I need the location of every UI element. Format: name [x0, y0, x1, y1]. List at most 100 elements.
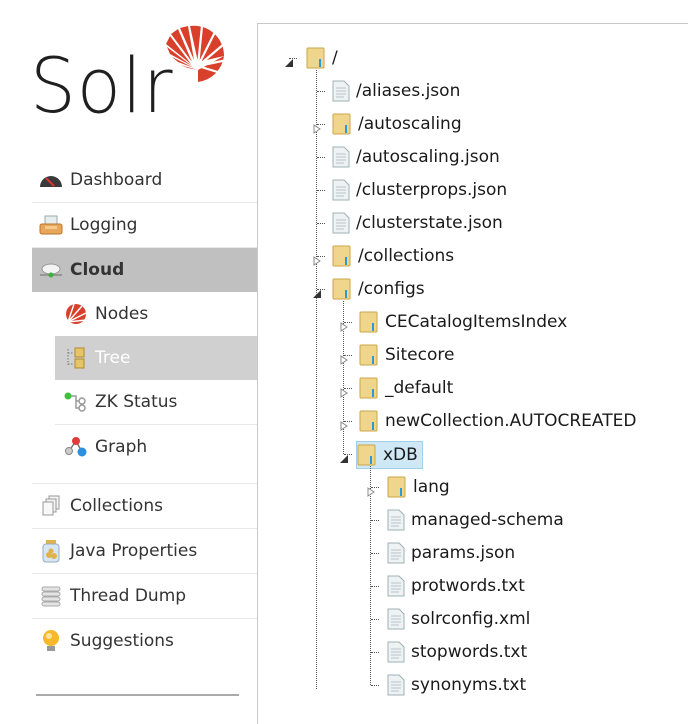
cloud-icon	[38, 259, 64, 281]
sidebar-item-label: Suggestions	[70, 631, 174, 651]
sidebar-item-collections[interactable]: Collections	[32, 484, 257, 529]
tree-node-l2-2[interactable]: _default	[359, 375, 453, 401]
expand-toggle-icon[interactable]	[366, 482, 376, 497]
tree-node-root[interactable]: /	[306, 45, 338, 71]
tree-node-label: newCollection.AUTOCREATED	[385, 411, 637, 431]
file-icon	[332, 80, 350, 102]
folder-icon	[306, 47, 326, 69]
tree-node-label: synonyms.txt	[411, 675, 527, 695]
tree-connector	[371, 619, 379, 620]
solr-sunburst-icon	[166, 25, 228, 82]
tree-node-l2-3[interactable]: newCollection.AUTOCREATED	[359, 408, 636, 434]
sidebar-item-label: Graph	[95, 437, 148, 457]
folder-icon	[332, 113, 352, 135]
solr-logo[interactable]: Solr	[30, 20, 230, 130]
tree-node-label: /collections	[358, 246, 455, 266]
tree-node-label: /autoscaling	[358, 114, 462, 134]
sidebar-item-logging[interactable]: Logging	[32, 203, 257, 248]
tree-connector	[371, 685, 379, 686]
expand-toggle-icon[interactable]	[339, 317, 349, 332]
tree-node-l3-4[interactable]: solrconfig.xml	[387, 606, 530, 632]
sidebar-item-tree[interactable]: Tree	[55, 336, 257, 380]
folder-icon	[359, 344, 379, 366]
tree-connector	[317, 157, 325, 158]
folder-icon	[359, 410, 379, 432]
tree-connector	[371, 586, 379, 587]
collections-icon	[38, 495, 64, 517]
tree-connector	[371, 520, 379, 521]
tree-node-label: /clusterprops.json	[356, 180, 508, 200]
sidebar-item-suggestions[interactable]: Suggestions	[32, 619, 257, 663]
sidebar-item-cloud[interactable]: Cloud	[32, 248, 257, 292]
expand-toggle-icon[interactable]	[339, 350, 349, 365]
cloud-submenu: Nodes Tree ZK Status Graph	[55, 292, 257, 469]
expand-toggle-icon[interactable]	[312, 251, 322, 266]
sidebar-item-label: ZK Status	[95, 392, 178, 412]
tree-node-l1-0[interactable]: /aliases.json	[332, 78, 460, 104]
tree-node-l3-3[interactable]: protwords.txt	[387, 573, 525, 599]
tree-node-l3-1[interactable]: managed-schema	[387, 507, 564, 533]
solr-nodes-icon	[63, 303, 89, 325]
file-icon	[387, 641, 405, 663]
sidebar-item-label: Cloud	[70, 260, 125, 280]
tree-node-l1-1[interactable]: /autoscaling	[332, 111, 462, 137]
graph-icon	[63, 436, 89, 458]
thread-dump-icon	[38, 585, 64, 607]
tree-node-l1-2[interactable]: /autoscaling.json	[332, 144, 500, 170]
tree-node-l2-0[interactable]: CECatalogItemsIndex	[359, 309, 567, 335]
collapse-toggle-icon[interactable]	[312, 284, 322, 298]
tree-node-label: xDB	[383, 445, 418, 465]
folder-icon	[332, 278, 352, 300]
sidebar-item-label: Logging	[70, 215, 138, 235]
sidebar-divider	[32, 469, 257, 484]
sidebar-item-label: Nodes	[95, 304, 149, 324]
zk-status-icon	[63, 391, 89, 413]
dashboard-gauge-icon	[38, 169, 64, 191]
tree-node-l3-2[interactable]: params.json	[387, 540, 515, 566]
collapse-toggle-icon[interactable]	[339, 449, 349, 463]
tree-node-l3-5[interactable]: stopwords.txt	[387, 639, 527, 665]
tree-connector	[317, 91, 325, 92]
tree-node-l1-3[interactable]: /clusterprops.json	[332, 177, 507, 203]
tree-guide-line	[316, 70, 317, 689]
sidebar-item-dashboard[interactable]: Dashboard	[32, 158, 257, 203]
expand-toggle-icon[interactable]	[339, 416, 349, 431]
sidebar-item-java-properties[interactable]: Java Properties	[32, 529, 257, 574]
sidebar-item-label: Collections	[70, 496, 163, 516]
expand-toggle-icon[interactable]	[312, 119, 322, 134]
tree-node-label: _default	[385, 378, 454, 398]
tree-node-l3-0[interactable]: lang	[387, 474, 450, 500]
folder-icon	[359, 377, 379, 399]
tree-node-l2-4[interactable]: xDB	[356, 441, 423, 469]
tree-node-label: Sitecore	[385, 345, 455, 365]
tree-node-l3-6[interactable]: synonyms.txt	[387, 672, 526, 698]
logging-tray-icon	[38, 214, 64, 236]
tree-connector	[371, 553, 379, 554]
lightbulb-icon	[38, 630, 64, 652]
file-icon	[332, 179, 350, 201]
file-icon	[332, 146, 350, 168]
tree-connector	[317, 190, 325, 191]
tree-node-label: lang	[413, 477, 450, 497]
tree-node-label: managed-schema	[411, 510, 564, 530]
tree-node-label: /clusterstate.json	[356, 213, 503, 233]
tree-node-label: stopwords.txt	[411, 642, 528, 662]
sidebar-item-nodes[interactable]: Nodes	[55, 292, 257, 336]
folder-icon	[387, 476, 407, 498]
sidebar-item-graph[interactable]: Graph	[55, 425, 257, 469]
tree-node-l1-6[interactable]: /configs	[332, 276, 425, 302]
sidebar-bottom-divider	[36, 694, 239, 696]
tree-node-l2-1[interactable]: Sitecore	[359, 342, 454, 368]
tree-node-label: solrconfig.xml	[411, 609, 531, 629]
file-icon	[387, 608, 405, 630]
sidebar-item-thread-dump[interactable]: Thread Dump	[32, 574, 257, 619]
tree-node-label: /	[332, 48, 338, 68]
sidebar-item-label: Tree	[95, 348, 131, 368]
sidebar-item-zk-status[interactable]: ZK Status	[55, 380, 257, 425]
expand-toggle-icon[interactable]	[339, 383, 349, 398]
tree-node-l1-4[interactable]: /clusterstate.json	[332, 210, 503, 236]
tree-icon	[63, 347, 89, 369]
tree-node-l1-5[interactable]: /collections	[332, 243, 454, 269]
tree-node-label: CECatalogItemsIndex	[385, 312, 568, 332]
collapse-toggle-icon[interactable]	[284, 53, 294, 67]
